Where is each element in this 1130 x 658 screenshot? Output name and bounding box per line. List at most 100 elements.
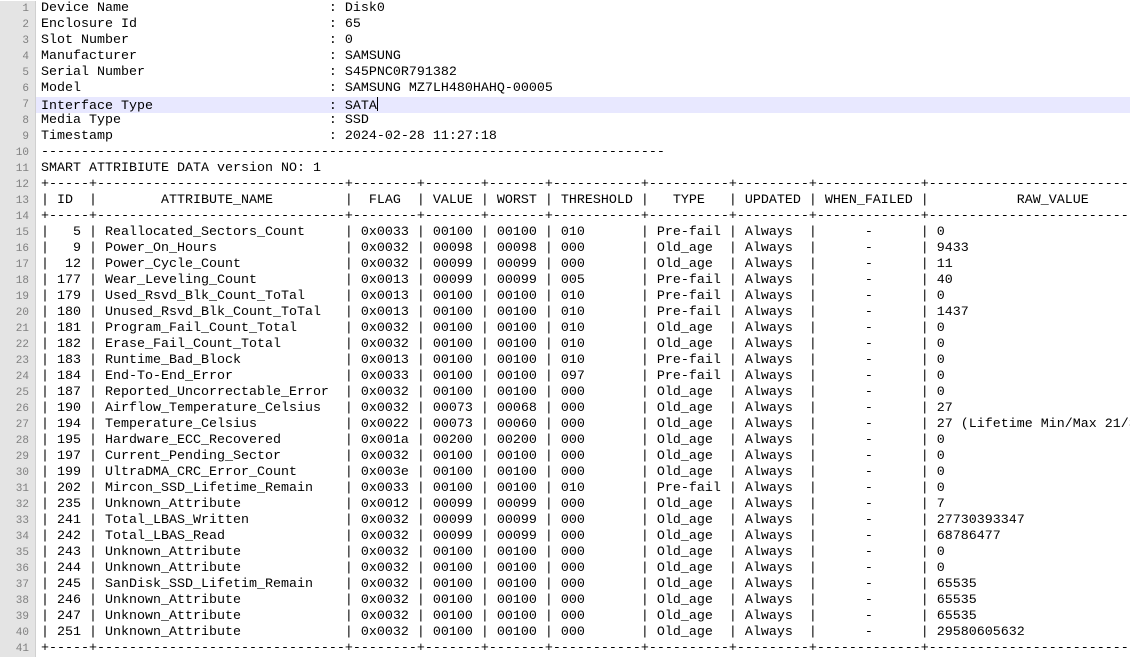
editor-line: 30| 199 | UltraDMA_CRC_Error_Count | 0x0… <box>0 465 1130 481</box>
line-text[interactable]: | 187 | Reported_Uncorrectable_Error | 0… <box>36 385 1130 401</box>
line-text[interactable]: Enclosure Id : 65 <box>36 17 1130 33</box>
line-text[interactable]: Manufacturer : SAMSUNG <box>36 49 1130 65</box>
line-text[interactable]: Device Name : Disk0 <box>36 1 1130 17</box>
line-text[interactable]: | 181 | Program_Fail_Count_Total | 0x003… <box>36 321 1130 337</box>
line-text[interactable]: | 202 | Mircon_SSD_Lifetime_Remain | 0x0… <box>36 481 1130 497</box>
line-number[interactable]: 25 <box>0 385 36 401</box>
editor-line: 6Model : SAMSUNG MZ7LH480HAHQ-00005 <box>0 81 1130 97</box>
line-number[interactable]: 7 <box>0 97 36 113</box>
editor-line: 10--------------------------------------… <box>0 145 1130 161</box>
editor-line: 34| 242 | Total_LBAS_Read | 0x0032 | 000… <box>0 529 1130 545</box>
line-number[interactable]: 5 <box>0 65 36 81</box>
line-number[interactable]: 10 <box>0 145 36 161</box>
line-text[interactable]: | 177 | Wear_Leveling_Count | 0x0013 | 0… <box>36 273 1130 289</box>
editor-line: 37| 245 | SanDisk_SSD_Lifetim_Remain | 0… <box>0 577 1130 593</box>
line-number[interactable]: 22 <box>0 337 36 353</box>
line-text[interactable]: | 179 | Used_Rsvd_Blk_Count_ToTal | 0x00… <box>36 289 1130 305</box>
editor-line: 40| 251 | Unknown_Attribute | 0x0032 | 0… <box>0 625 1130 641</box>
line-number[interactable]: 28 <box>0 433 36 449</box>
line-text[interactable]: | 197 | Current_Pending_Sector | 0x0032 … <box>36 449 1130 465</box>
line-text[interactable]: | 12 | Power_Cycle_Count | 0x0032 | 0009… <box>36 257 1130 273</box>
line-number[interactable]: 34 <box>0 529 36 545</box>
line-number[interactable]: 4 <box>0 49 36 65</box>
line-text[interactable]: | 246 | Unknown_Attribute | 0x0032 | 001… <box>36 593 1130 609</box>
line-number[interactable]: 2 <box>0 17 36 33</box>
line-number[interactable]: 18 <box>0 273 36 289</box>
line-text[interactable]: | 235 | Unknown_Attribute | 0x0012 | 000… <box>36 497 1130 513</box>
line-text[interactable]: | 247 | Unknown_Attribute | 0x0032 | 001… <box>36 609 1130 625</box>
line-number[interactable]: 36 <box>0 561 36 577</box>
line-number[interactable]: 20 <box>0 305 36 321</box>
editor-line: 41+-----+-------------------------------… <box>0 641 1130 657</box>
editor-line: 5Serial Number : S45PNC0R791382 <box>0 65 1130 81</box>
line-text[interactable]: | 180 | Unused_Rsvd_Blk_Count_ToTal | 0x… <box>36 305 1130 321</box>
line-text[interactable]: Interface Type : SATA <box>36 97 1130 113</box>
line-text[interactable]: | 195 | Hardware_ECC_Recovered | 0x001a … <box>36 433 1130 449</box>
line-number[interactable]: 13 <box>0 193 36 209</box>
line-text[interactable]: | 5 | Reallocated_Sectors_Count | 0x0033… <box>36 225 1130 241</box>
line-text[interactable]: +-----+-------------------------------+-… <box>36 641 1130 657</box>
line-text[interactable]: | 9 | Power_On_Hours | 0x0032 | 00098 | … <box>36 241 1130 257</box>
line-text[interactable]: | 199 | UltraDMA_CRC_Error_Count | 0x003… <box>36 465 1130 481</box>
line-number[interactable]: 26 <box>0 401 36 417</box>
line-text[interactable]: Model : SAMSUNG MZ7LH480HAHQ-00005 <box>36 81 1130 97</box>
line-text[interactable]: | 244 | Unknown_Attribute | 0x0032 | 001… <box>36 561 1130 577</box>
line-number[interactable]: 23 <box>0 353 36 369</box>
line-text[interactable]: | 251 | Unknown_Attribute | 0x0032 | 001… <box>36 625 1130 641</box>
line-number[interactable]: 24 <box>0 369 36 385</box>
line-number[interactable]: 29 <box>0 449 36 465</box>
line-number[interactable]: 17 <box>0 257 36 273</box>
line-text[interactable]: | 184 | End-To-End_Error | 0x0033 | 0010… <box>36 369 1130 385</box>
editor-line: 16| 9 | Power_On_Hours | 0x0032 | 00098 … <box>0 241 1130 257</box>
line-number[interactable]: 27 <box>0 417 36 433</box>
line-number[interactable]: 35 <box>0 545 36 561</box>
line-text[interactable]: +-----+-------------------------------+-… <box>36 177 1130 193</box>
line-text[interactable]: | 242 | Total_LBAS_Read | 0x0032 | 00099… <box>36 529 1130 545</box>
line-number[interactable]: 21 <box>0 321 36 337</box>
line-text[interactable]: Timestamp : 2024-02-28 11:27:18 <box>36 129 1130 145</box>
line-text[interactable]: ----------------------------------------… <box>36 145 1130 161</box>
line-text[interactable]: Media Type : SSD <box>36 113 1130 129</box>
line-text[interactable]: +-----+-------------------------------+-… <box>36 209 1130 225</box>
editor-line: 38| 246 | Unknown_Attribute | 0x0032 | 0… <box>0 593 1130 609</box>
line-number[interactable]: 9 <box>0 129 36 145</box>
editor-line: 15| 5 | Reallocated_Sectors_Count | 0x00… <box>0 225 1130 241</box>
editor-line: 12+-----+-------------------------------… <box>0 177 1130 193</box>
line-number[interactable]: 19 <box>0 289 36 305</box>
line-number[interactable]: 41 <box>0 641 36 657</box>
line-number[interactable]: 11 <box>0 161 36 177</box>
line-number[interactable]: 8 <box>0 113 36 129</box>
line-text[interactable]: | 243 | Unknown_Attribute | 0x0032 | 001… <box>36 545 1130 561</box>
line-number[interactable]: 38 <box>0 593 36 609</box>
line-text[interactable]: | 182 | Erase_Fail_Count_Total | 0x0032 … <box>36 337 1130 353</box>
line-number[interactable]: 12 <box>0 177 36 193</box>
line-text[interactable]: Slot Number : 0 <box>36 33 1130 49</box>
line-number[interactable]: 16 <box>0 241 36 257</box>
line-number[interactable]: 40 <box>0 625 36 641</box>
line-text[interactable]: | 245 | SanDisk_SSD_Lifetim_Remain | 0x0… <box>36 577 1130 593</box>
line-number[interactable]: 33 <box>0 513 36 529</box>
line-text[interactable]: | ID | ATTRIBUTE_NAME | FLAG | VALUE | W… <box>36 193 1130 209</box>
line-text[interactable]: Serial Number : S45PNC0R791382 <box>36 65 1130 81</box>
line-number[interactable]: 31 <box>0 481 36 497</box>
editor-line: 39| 247 | Unknown_Attribute | 0x0032 | 0… <box>0 609 1130 625</box>
line-number[interactable]: 15 <box>0 225 36 241</box>
line-number[interactable]: 3 <box>0 33 36 49</box>
editor-line: 20| 180 | Unused_Rsvd_Blk_Count_ToTal | … <box>0 305 1130 321</box>
line-number[interactable]: 37 <box>0 577 36 593</box>
editor-line: 13| ID | ATTRIBUTE_NAME | FLAG | VALUE |… <box>0 193 1130 209</box>
line-text[interactable]: | 190 | Airflow_Temperature_Celsius | 0x… <box>36 401 1130 417</box>
editor-line: 29| 197 | Current_Pending_Sector | 0x003… <box>0 449 1130 465</box>
line-number[interactable]: 39 <box>0 609 36 625</box>
line-text[interactable]: | 194 | Temperature_Celsius | 0x0022 | 0… <box>36 417 1130 433</box>
line-number[interactable]: 32 <box>0 497 36 513</box>
line-number[interactable]: 1 <box>0 1 36 17</box>
text-editor[interactable]: 1Device Name : Disk02Enclosure Id : 653S… <box>0 0 1130 658</box>
line-number[interactable]: 6 <box>0 81 36 97</box>
line-text[interactable]: | 241 | Total_LBAS_Written | 0x0032 | 00… <box>36 513 1130 529</box>
editor-line: 19| 179 | Used_Rsvd_Blk_Count_ToTal | 0x… <box>0 289 1130 305</box>
line-number[interactable]: 30 <box>0 465 36 481</box>
line-text[interactable]: SMART ATTRIBIUTE DATA version NO: 1 <box>36 161 1130 177</box>
line-number[interactable]: 14 <box>0 209 36 225</box>
line-text[interactable]: | 183 | Runtime_Bad_Block | 0x0013 | 001… <box>36 353 1130 369</box>
